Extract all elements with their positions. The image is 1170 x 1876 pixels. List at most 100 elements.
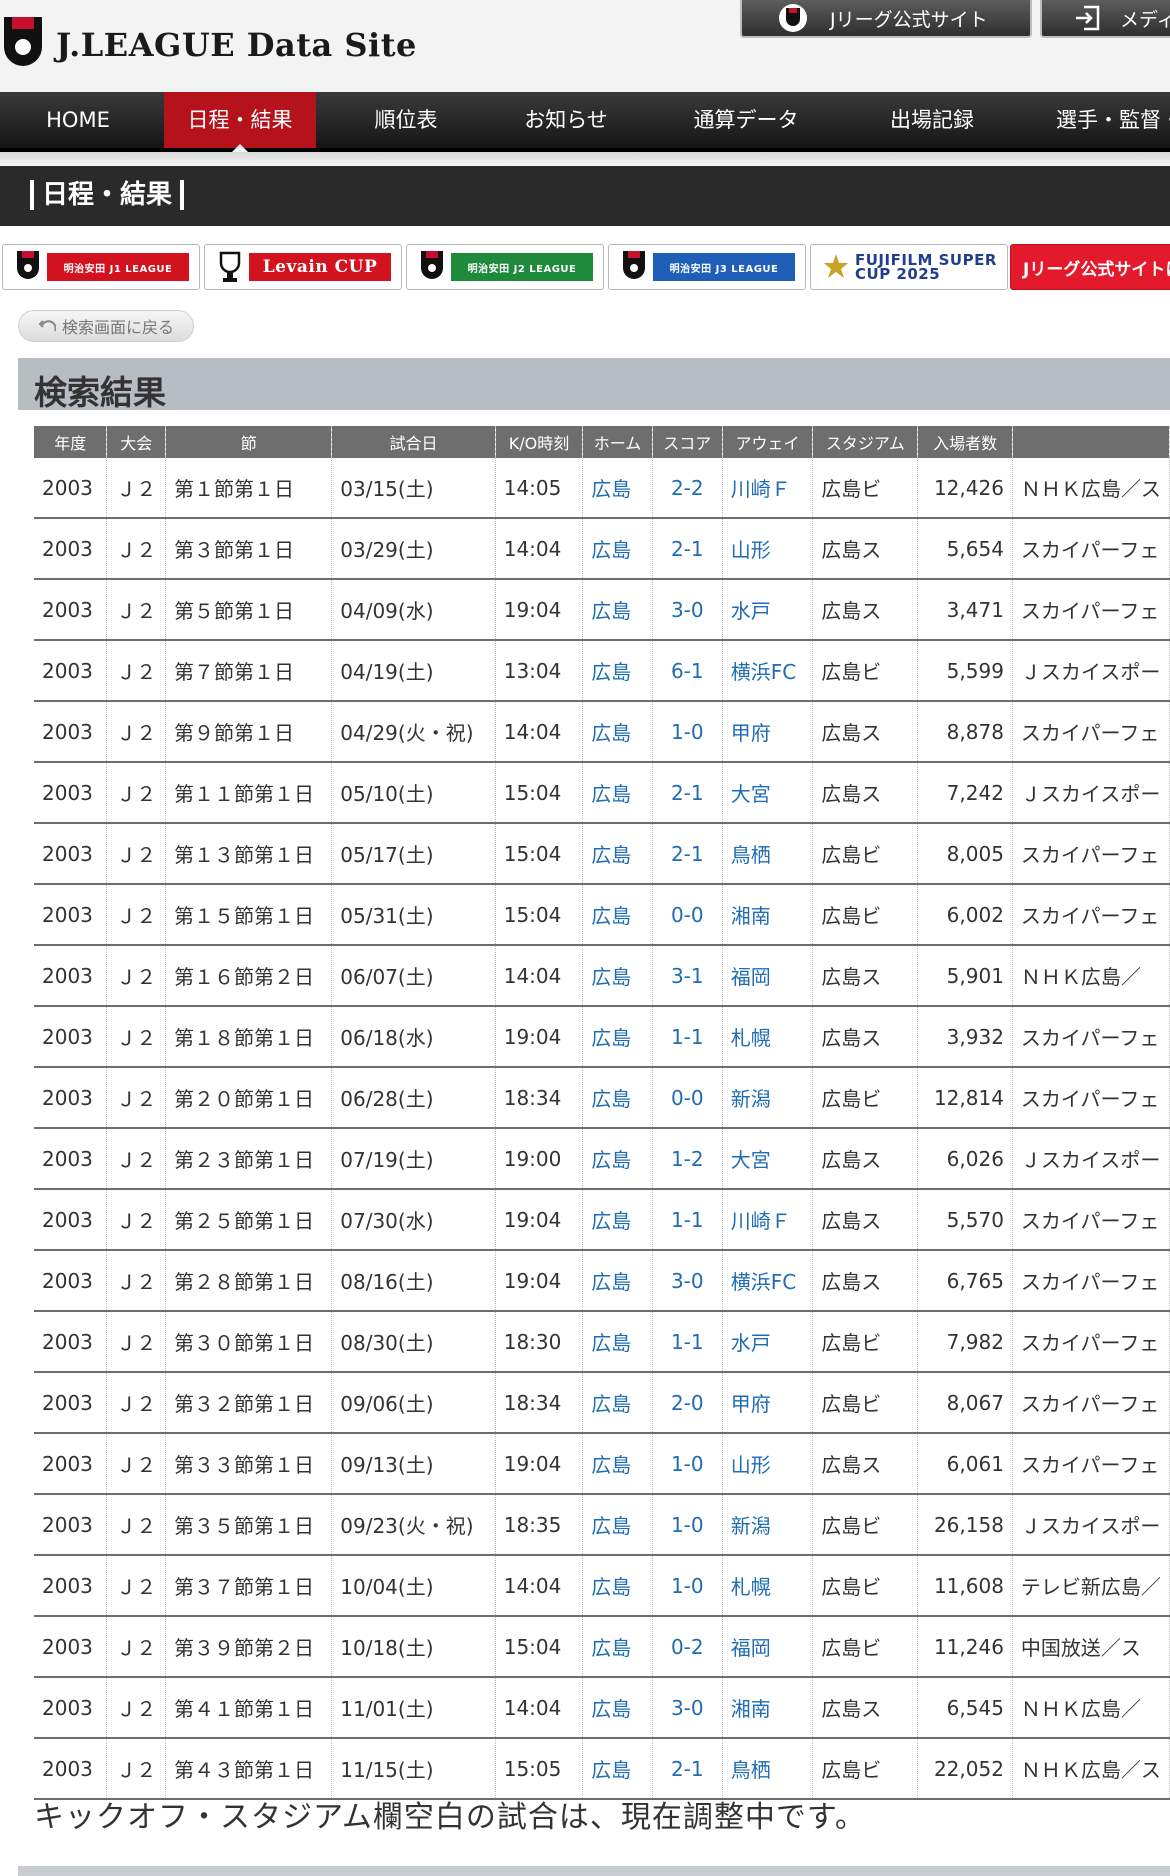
banner-super-cup-label: FUJIFILM SUPER CUP 2025 (855, 251, 997, 283)
cell-year: 2003 (34, 1372, 108, 1434)
cell-score[interactable]: 2-1 (652, 762, 723, 824)
cell-home-team[interactable]: 広島 (582, 1433, 653, 1495)
cell-away-team[interactable]: 福岡 (722, 1616, 814, 1678)
official-site-link[interactable]: Jリーグ公式サイト (740, 0, 1032, 38)
banner-official-site[interactable]: Jリーグ公式サイトに (1010, 244, 1170, 290)
nav-career-data[interactable]: 通算データ (676, 92, 816, 148)
nav-news[interactable]: お知らせ (506, 92, 626, 148)
nav-appearance-records[interactable]: 出場記録 (868, 92, 996, 148)
cell-competition: Ｊ２ (106, 640, 167, 702)
cell-away-team[interactable]: 横浜FC (722, 640, 814, 702)
cell-away-team[interactable]: 川崎Ｆ (722, 458, 814, 519)
cell-home-team[interactable]: 広島 (582, 458, 653, 519)
nav-schedule-results[interactable]: 日程・結果 (164, 92, 316, 152)
cell-home-team[interactable]: 広島 (582, 518, 653, 580)
cell-score[interactable]: 1-1 (652, 1189, 723, 1251)
cell-score[interactable]: 1-2 (652, 1128, 723, 1190)
cell-score[interactable]: 6-1 (652, 640, 723, 702)
cell-away-team[interactable]: 大宮 (722, 1128, 814, 1190)
cell-away-team[interactable]: 甲府 (722, 1372, 814, 1434)
cell-away-team[interactable]: 湘南 (722, 1677, 814, 1739)
cell-home-team[interactable]: 広島 (582, 1677, 653, 1739)
cell-away-team[interactable]: 新潟 (722, 1067, 814, 1129)
site-logo[interactable]: J.LEAGUE Data Site (0, 14, 417, 76)
cell-stadium: 広島ビ (812, 1494, 919, 1556)
cell-score[interactable]: 3-0 (652, 579, 723, 641)
page-title-bar: 日程・結果 (0, 166, 1170, 226)
cell-away-team[interactable]: 湘南 (722, 884, 814, 946)
cell-home-team[interactable]: 広島 (582, 1555, 653, 1617)
cell-score[interactable]: 0-2 (652, 1616, 723, 1678)
cell-away-team[interactable]: 鳥栖 (722, 1738, 814, 1800)
cell-away-team[interactable]: 水戸 (722, 579, 814, 641)
cell-home-team[interactable]: 広島 (582, 945, 653, 1007)
cell-home-team[interactable]: 広島 (582, 1250, 653, 1312)
cell-section: 第１８節第１日 (165, 1006, 333, 1068)
cell-score[interactable]: 1-0 (652, 1433, 723, 1495)
banner-super-cup[interactable]: FUJIFILM SUPER CUP 2025 (810, 244, 1008, 290)
cell-away-team[interactable]: 札幌 (722, 1555, 814, 1617)
banner-levain-cup[interactable]: Levain CUP (204, 244, 402, 290)
cell-away-team[interactable]: 札幌 (722, 1006, 814, 1068)
media-link[interactable]: メディア (1040, 0, 1170, 38)
cell-score[interactable]: 3-1 (652, 945, 723, 1007)
cell-away-team[interactable]: 山形 (722, 1433, 814, 1495)
cell-home-team[interactable]: 広島 (582, 1372, 653, 1434)
cell-score[interactable]: 1-1 (652, 1311, 723, 1373)
cell-score[interactable]: 1-0 (652, 1494, 723, 1556)
cell-home-team[interactable]: 広島 (582, 640, 653, 702)
back-to-search-button[interactable]: 検索画面に戻る (18, 310, 194, 342)
cell-home-team[interactable]: 広島 (582, 579, 653, 641)
nav-players-managers[interactable]: 選手・監督・ (1040, 92, 1170, 148)
cell-away-team[interactable]: 横浜FC (722, 1250, 814, 1312)
cell-home-team[interactable]: 広島 (582, 823, 653, 885)
cell-competition: Ｊ２ (106, 1677, 167, 1739)
cell-away-team[interactable]: 福岡 (722, 945, 814, 1007)
cell-match-date: 09/06(土) (331, 1372, 496, 1434)
cell-home-team[interactable]: 広島 (582, 1616, 653, 1678)
cell-home-team[interactable]: 広島 (582, 1738, 653, 1800)
nav-home[interactable]: HOME (20, 92, 136, 148)
cell-score[interactable]: 1-1 (652, 1006, 723, 1068)
cell-score[interactable]: 2-1 (652, 1738, 723, 1800)
cell-home-team[interactable]: 広島 (582, 1067, 653, 1129)
cell-section: 第２３節第１日 (165, 1128, 333, 1190)
cell-away-team[interactable]: 川崎Ｆ (722, 1189, 814, 1251)
cell-score[interactable]: 0-0 (652, 884, 723, 946)
cell-score[interactable]: 2-0 (652, 1372, 723, 1434)
cell-score[interactable]: 2-1 (652, 518, 723, 580)
cell-away-team[interactable]: 山形 (722, 518, 814, 580)
cell-score[interactable]: 3-0 (652, 1677, 723, 1739)
cell-away-team[interactable]: 甲府 (722, 701, 814, 763)
cell-kickoff: 18:34 (495, 1067, 584, 1129)
cell-score[interactable]: 2-2 (652, 458, 723, 519)
cell-home-team[interactable]: 広島 (582, 1006, 653, 1068)
table-row: 2003 Ｊ２ 第４１節第１日 11/01(土) 14:04 広島 3-0 湘南 広島ス 6,54… (34, 1677, 1170, 1739)
cell-score[interactable]: 1-0 (652, 1555, 723, 1617)
cell-home-team[interactable]: 広島 (582, 1494, 653, 1556)
cell-home-team[interactable]: 広島 (582, 1311, 653, 1373)
cell-score[interactable]: 2-1 (652, 823, 723, 885)
cell-broadcast: Ｊスカイスポー (1012, 1494, 1170, 1556)
cell-kickoff: 15:04 (495, 762, 584, 824)
cell-competition: Ｊ２ (106, 458, 167, 519)
banner-j1-league[interactable]: 明治安田 J1 LEAGUE (2, 244, 200, 290)
cell-away-team[interactable]: 新潟 (722, 1494, 814, 1556)
cell-score[interactable]: 1-0 (652, 701, 723, 763)
cell-home-team[interactable]: 広島 (582, 701, 653, 763)
cell-score[interactable]: 3-0 (652, 1250, 723, 1312)
cell-home-team[interactable]: 広島 (582, 1128, 653, 1190)
table-row: 2003 Ｊ２ 第３５節第１日 09/23(火・祝) 18:35 広島 1-0 新潟 広島ビ 26… (34, 1494, 1170, 1556)
cell-away-team[interactable]: 大宮 (722, 762, 814, 824)
cell-score[interactable]: 0-0 (652, 1067, 723, 1129)
schedule-note: キックオフ・スタジアム欄空白の試合は、現在調整中です。 (34, 1800, 866, 1835)
cell-stadium: 広島ス (812, 518, 919, 580)
banner-j3-league[interactable]: 明治安田 J3 LEAGUE (608, 244, 806, 290)
cell-away-team[interactable]: 鳥栖 (722, 823, 814, 885)
banner-j2-league[interactable]: 明治安田 J2 LEAGUE (406, 244, 604, 290)
cell-home-team[interactable]: 広島 (582, 884, 653, 946)
cell-away-team[interactable]: 水戸 (722, 1311, 814, 1373)
cell-home-team[interactable]: 広島 (582, 762, 653, 824)
cell-home-team[interactable]: 広島 (582, 1189, 653, 1251)
nav-standings[interactable]: 順位表 (346, 92, 466, 148)
